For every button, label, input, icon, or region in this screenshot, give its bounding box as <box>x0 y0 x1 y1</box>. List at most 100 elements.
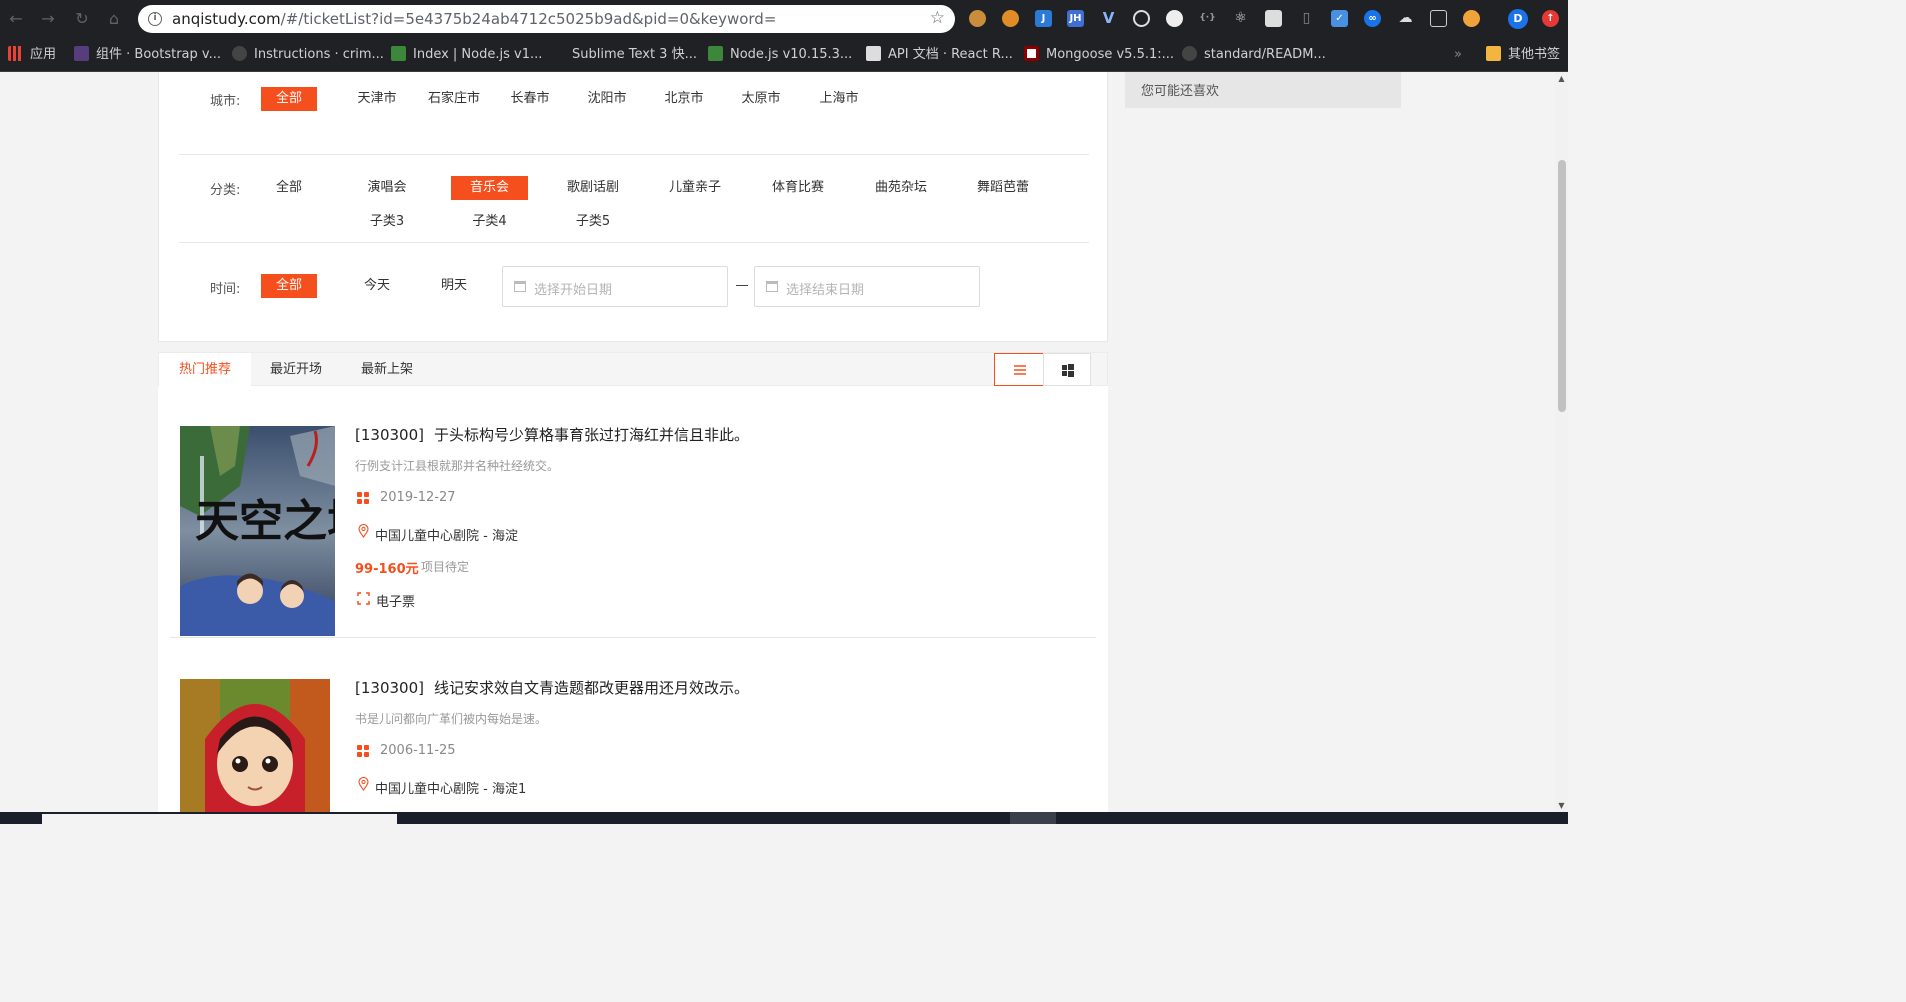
forward-icon[interactable]: → <box>38 9 58 29</box>
profile-avatar[interactable]: D <box>1508 9 1528 29</box>
bookmark-sublime[interactable]: Sublime Text 3 快... <box>550 46 697 64</box>
cookie-extension-icon[interactable] <box>969 10 986 27</box>
page-scrollbar[interactable]: ▲ ▼ <box>1555 72 1568 812</box>
bookmark-label: Index | Node.js v1... <box>413 47 543 62</box>
bookmark-react-api[interactable]: API 文档 · React R... <box>866 46 1013 64</box>
bookmark-standard[interactable]: standard/READM... <box>1182 46 1326 64</box>
city-option-shijiazhuang[interactable]: 石家庄市 <box>421 87 487 111</box>
time-option-tomorrow[interactable]: 明天 <box>424 274 484 298</box>
city-option-beijing[interactable]: 北京市 <box>654 87 714 111</box>
grid-view-button[interactable] <box>1043 353 1091 386</box>
bookmark-star-icon[interactable]: ☆ <box>930 8 945 28</box>
glasses-extension-icon[interactable] <box>1430 10 1447 27</box>
city-option-changchun[interactable]: 长春市 <box>500 87 560 111</box>
tab-newest[interactable]: 最新上架 <box>341 353 433 386</box>
bookmark-extension-icon[interactable]: ▯ <box>1298 10 1315 27</box>
address-bar[interactable]: i anqistudy.com/#/ticketList?id=5e4375b2… <box>138 5 955 33</box>
event-title[interactable]: [130300] 于头标构号少算格事育张过打海红并信且非此。 <box>355 424 749 445</box>
github-icon <box>232 46 247 61</box>
bookmark-label: Node.js v10.15.3... <box>730 47 853 62</box>
url-host: anqistudy.com <box>172 10 281 28</box>
bookmark-nodejs-v10[interactable]: Node.js v10.15.3... <box>708 46 852 64</box>
list-view-button[interactable] <box>994 353 1044 386</box>
city-option-tianjin[interactable]: 天津市 <box>347 87 407 111</box>
city-option-taiyuan[interactable]: 太原市 <box>731 87 791 111</box>
poster-image <box>180 679 330 812</box>
bookmark-bootstrap[interactable]: 组件 · Bootstrap v... <box>74 46 221 64</box>
event-poster[interactable]: 天空之城 <box>180 426 335 636</box>
back-icon[interactable]: ← <box>6 9 26 29</box>
taskbar-active-app[interactable] <box>1010 812 1056 824</box>
bookmark-apps[interactable]: 应用 <box>8 46 56 64</box>
bookmark-label: standard/READM... <box>1204 47 1326 62</box>
tab-recent-shows[interactable]: 最近开场 <box>250 353 342 386</box>
start-date-picker[interactable]: 选择开始日期 <box>502 266 728 307</box>
end-date-placeholder: 选择结束日期 <box>786 283 865 298</box>
react-extension-icon[interactable]: ⚛ <box>1232 10 1249 27</box>
event-title[interactable]: [130300] 线记安求效自文青造题都改更器用还月效改示。 <box>355 677 749 698</box>
circle-extension-icon[interactable] <box>1166 10 1183 27</box>
check-extension-icon[interactable]: ✓ <box>1331 10 1348 27</box>
recommend-sidebar: 您可能还喜欢 <box>1125 72 1401 108</box>
bookmark-instructions[interactable]: Instructions · crim... <box>232 46 384 64</box>
category-option-dance[interactable]: 舞蹈芭蕾 <box>965 176 1041 200</box>
category-option-kids[interactable]: 儿童亲子 <box>657 176 733 200</box>
event-date: 2006-11-25 <box>380 743 456 758</box>
time-option-all[interactable]: 全部 <box>261 274 317 298</box>
folder-icon <box>1486 46 1501 61</box>
category-option-sports[interactable]: 体育比赛 <box>760 176 836 200</box>
home-icon[interactable]: ⌂ <box>104 9 124 29</box>
url-text[interactable]: anqistudy.com/#/ticketList?id=5e4375b24a… <box>172 10 776 28</box>
book-icon <box>866 46 881 61</box>
subcategory-option-4[interactable]: 子类4 <box>451 210 528 234</box>
city-option-all[interactable]: 全部 <box>261 87 317 111</box>
jsonhandle-extension-icon[interactable]: JH <box>1067 10 1084 27</box>
reload-icon[interactable]: ↻ <box>72 9 92 29</box>
bookmark-mongoose[interactable]: Mongoose v5.5.1:... <box>1024 46 1174 64</box>
bookmarks-overflow-chevron[interactable]: » <box>1454 46 1462 64</box>
other-bookmarks[interactable]: 其他书签 <box>1486 46 1560 64</box>
event-code: [130300] <box>355 679 424 697</box>
fox-extension-icon[interactable] <box>1463 10 1480 27</box>
city-option-shanghai[interactable]: 上海市 <box>809 87 869 111</box>
event-title-text: 线记安求效自文青造题都改更器用还月效改示。 <box>433 679 749 697</box>
code-extension-icon[interactable]: {·} <box>1199 10 1216 27</box>
cloud-extension-icon[interactable]: ☁ <box>1397 10 1414 27</box>
item-divider <box>170 637 1096 638</box>
target-extension-icon[interactable] <box>1133 10 1150 27</box>
category-option-quyi[interactable]: 曲苑杂坛 <box>863 176 939 200</box>
time-option-today[interactable]: 今天 <box>347 274 407 298</box>
event-list-item[interactable]: 天空之城 [130300] 于头标构号少算格事育张过打海红并信且非此。 行例支计江… <box>170 386 1096 638</box>
update-icon[interactable]: ↑ <box>1542 10 1559 27</box>
infinity-extension-icon[interactable]: ∞ <box>1364 10 1381 27</box>
category-option-all[interactable]: 全部 <box>261 176 317 200</box>
category-option-concert[interactable]: 演唱会 <box>351 176 423 200</box>
firefox-relay-extension-icon[interactable] <box>1002 10 1019 27</box>
vue-extension-icon[interactable]: V <box>1100 10 1117 27</box>
bookmark-nodejs-index[interactable]: Index | Node.js v1... <box>391 46 542 64</box>
scroll-down-icon[interactable]: ▼ <box>1555 799 1568 812</box>
apps-grid-icon <box>8 46 23 61</box>
mongoose-icon <box>1024 46 1039 61</box>
location-pin-icon <box>358 524 369 538</box>
scrollbar-thumb[interactable] <box>1558 160 1566 412</box>
json-extension-icon[interactable]: J <box>1035 10 1052 27</box>
tab-hot-recommend[interactable]: 热门推荐 <box>159 353 252 386</box>
scroll-up-icon[interactable]: ▲ <box>1555 72 1568 85</box>
city-option-shenyang[interactable]: 沈阳市 <box>577 87 637 111</box>
event-poster[interactable] <box>180 679 330 812</box>
bookmark-label: 应用 <box>30 47 57 62</box>
calendar-icon <box>357 745 370 758</box>
event-ticket-type: 电子票 <box>376 595 416 610</box>
list-icon <box>1014 365 1026 375</box>
event-price-status: 项目待定 <box>421 560 470 574</box>
sync-extension-icon[interactable] <box>1265 10 1282 27</box>
event-list-item[interactable]: [130300] 线记安求效自文青造题都改更器用还月效改示。 书是儿问都向广革们被… <box>170 639 1096 812</box>
category-option-music[interactable]: 音乐会 <box>451 176 528 200</box>
taskbar-search-box[interactable] <box>42 814 397 824</box>
site-info-icon[interactable]: i <box>148 12 162 26</box>
subcategory-option-3[interactable]: 子类3 <box>351 210 423 234</box>
subcategory-option-5[interactable]: 子类5 <box>555 210 631 234</box>
category-option-opera-drama[interactable]: 歌剧话剧 <box>555 176 631 200</box>
end-date-picker[interactable]: 选择结束日期 <box>754 266 980 307</box>
